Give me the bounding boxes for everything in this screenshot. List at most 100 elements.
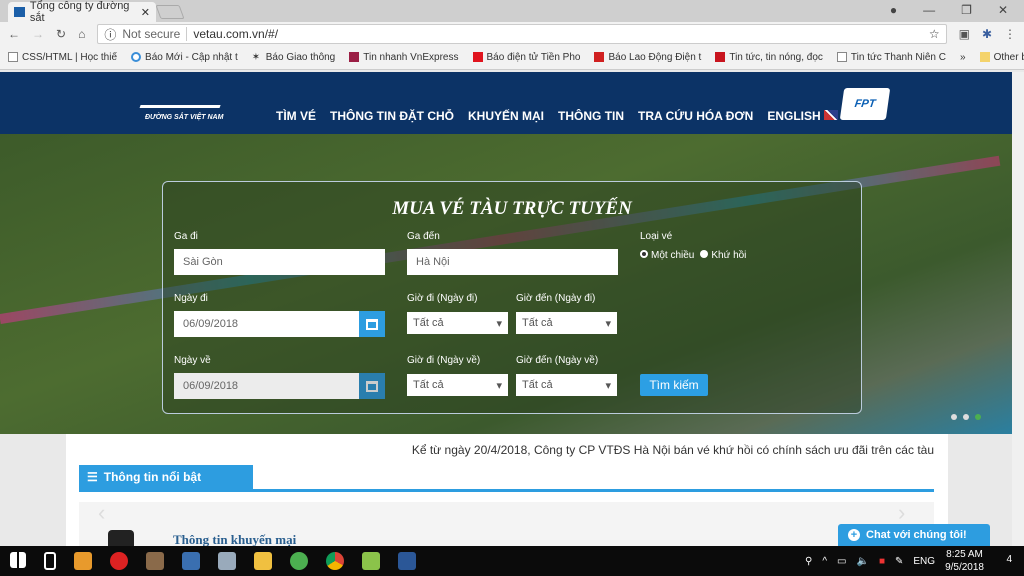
nav-tim-ve[interactable]: TÌM VÉ [276,109,316,123]
clock[interactable]: 8:25 AM 9/5/2018 [945,548,984,574]
select-value: Tất cả [413,317,444,329]
bookmark-item[interactable]: Báo điện tử Tiền Pho [472,52,580,63]
dropdown-arrow-icon: ▾ [496,317,502,330]
from-station-input[interactable]: Sài Gòn [174,249,385,275]
to-label: Ga đến [407,231,440,242]
page-scrollbar[interactable] [1012,72,1024,546]
word-icon[interactable] [398,552,416,570]
volume-icon[interactable]: 🔈 [857,556,869,567]
fpt-text: FPT [853,98,877,110]
bookmark-item[interactable]: Tin nhanh VnExpress [349,52,459,63]
bookmark-star-icon[interactable]: ☆ [929,27,940,41]
security-label: Not secure [122,27,188,41]
radio-round-trip[interactable]: Khứ hồi [700,250,746,261]
media-player-icon[interactable] [74,552,92,570]
extension-puzzle-icon[interactable]: ✱ [982,27,992,41]
bookmark-item[interactable]: ✶ Báo Giao thông [252,52,336,63]
people-icon[interactable]: ⚲ [805,556,812,567]
address-bar-row: ← → ↻ ⌂ ⓘ Not secure vetau.com.vn/#/ ☆ ▣ ✱ ⋮ [0,22,1024,46]
action-center-icon[interactable]: 4 [1006,554,1012,565]
dropdown-arrow-icon: ▾ [496,379,502,392]
show-hidden-icons[interactable]: ^ [822,556,827,567]
close-tab-icon[interactable]: ✕ [141,6,150,19]
calendar-icon[interactable] [359,311,385,337]
nav-khuyen-mai[interactable]: KHUYẾN MẠI [468,109,544,123]
app-icon[interactable] [182,552,200,570]
carousel-next-icon[interactable]: › [898,500,905,526]
chrome-icon[interactable] [326,552,344,570]
bookmark-item[interactable]: Báo Lao Động Điện t [594,52,701,63]
back-icon[interactable]: ← [8,27,20,41]
nav-english[interactable]: ENGLISH [767,109,839,123]
recorder-icon[interactable] [110,552,128,570]
unikey-icon[interactable]: ■ [879,556,885,567]
radio-one-way[interactable]: Một chiều [640,250,694,261]
home-icon[interactable]: ⌂ [78,27,85,41]
nav-thong-tin[interactable]: THÔNG TIN [558,109,624,123]
bookmark-item[interactable]: Tin tức, tin nóng, đọc [715,52,823,63]
return-date-input[interactable]: 06/09/2018 [174,373,360,399]
new-tab-button[interactable] [155,5,185,19]
url-input[interactable]: ⓘ Not secure vetau.com.vn/#/ ☆ [97,24,947,44]
close-window-button[interactable]: ✕ [998,3,1008,17]
task-view-icon[interactable] [44,552,56,570]
reload-icon[interactable]: ↻ [56,27,66,41]
more-bookmarks-button[interactable]: » [960,52,966,63]
search-button[interactable]: Tìm kiếm [640,374,708,396]
dropdown-arrow-icon: ▾ [605,379,611,392]
depart-date-input[interactable]: 06/09/2018 [174,311,360,337]
windows-start-icon[interactable] [10,552,26,568]
file-explorer-icon[interactable] [254,552,272,570]
dep-time-ret-select[interactable]: Tất cả ▾ [407,374,508,396]
from-label: Ga đi [174,231,198,242]
dep-time-out-select[interactable]: Tất cả ▾ [407,312,508,334]
coccoc-icon[interactable] [290,552,308,570]
notification-count: 4 [1006,554,1012,565]
language-indicator[interactable]: ENG [913,556,935,567]
chat-button[interactable]: + Chat với chúng tôi! [838,524,990,546]
other-bookmarks[interactable]: Other bookmarks [979,52,1024,63]
restore-button[interactable]: ❐ [961,3,972,17]
bookmark-label: Tin tức, tin nóng, đọc [729,52,823,63]
form-title: MUA VÉ TÀU TRỰC TUYẾN [392,198,632,219]
promo-icon [108,530,134,546]
pen-icon[interactable]: ✎ [895,556,903,567]
browser-tab[interactable]: Tổng công ty đường sắt ✕ [8,0,156,24]
carousel-prev-icon[interactable]: ‹ [98,500,105,526]
page-icon [836,52,847,63]
forward-icon[interactable]: → [32,27,44,41]
arr-time-out-select[interactable]: Tất cả ▾ [516,312,617,334]
carousel-dot[interactable] [951,414,957,420]
dep-time-out-label: Giờ đi (Ngày đi) [407,293,478,304]
network-icon[interactable]: ▭ [837,556,846,567]
app-icon[interactable] [362,552,380,570]
profile-icon[interactable]: ● [890,3,897,17]
paint-icon[interactable] [218,552,236,570]
section-header: ☰ Thông tin nổi bật [79,465,253,489]
arr-time-ret-select[interactable]: Tất cả ▾ [516,374,617,396]
bookmark-label: Báo Lao Động Điện t [608,52,702,63]
calendar-icon[interactable] [359,373,385,399]
select-value: Tất cả [522,317,553,329]
to-station-input[interactable]: Hà Nội [407,249,618,275]
carousel-dot-active[interactable] [975,414,981,420]
vnexpress-icon [349,52,360,63]
nav-thong-tin-dat-cho[interactable]: THÔNG TIN ĐẶT CHỖ [330,109,454,123]
nav-tra-cuu-hoa-don[interactable]: TRA CỨU HÓA ĐƠN [638,109,753,123]
menu-icon[interactable]: ⋮ [1004,27,1016,41]
vnr-logo[interactable]: ĐƯỜNG SẮT VIỆT NAM [139,78,231,121]
carousel-dots [951,414,981,420]
bookmark-item[interactable]: Tin tức Thanh Niên C [836,52,946,63]
extension-icon[interactable]: ▣ [959,27,970,41]
fpt-logo[interactable]: FPT [839,88,891,120]
bookmark-item[interactable]: CSS/HTML | Học thiế [8,52,117,63]
section-divider [79,489,934,492]
bookmark-label: Other bookmarks [993,52,1024,63]
logo-text: ĐƯỜNG SẮT VIỆT NAM [145,114,224,121]
app-icon[interactable] [146,552,164,570]
minimize-button[interactable]: — [923,3,935,17]
carousel-dot[interactable] [963,414,969,420]
news-ticker[interactable]: Kể từ ngày 20/4/2018, Công ty CP VTĐS Hà… [412,443,934,457]
bookmark-item[interactable]: Báo Mới - Cập nhật t [131,52,238,63]
site-favicon-icon [14,7,25,17]
